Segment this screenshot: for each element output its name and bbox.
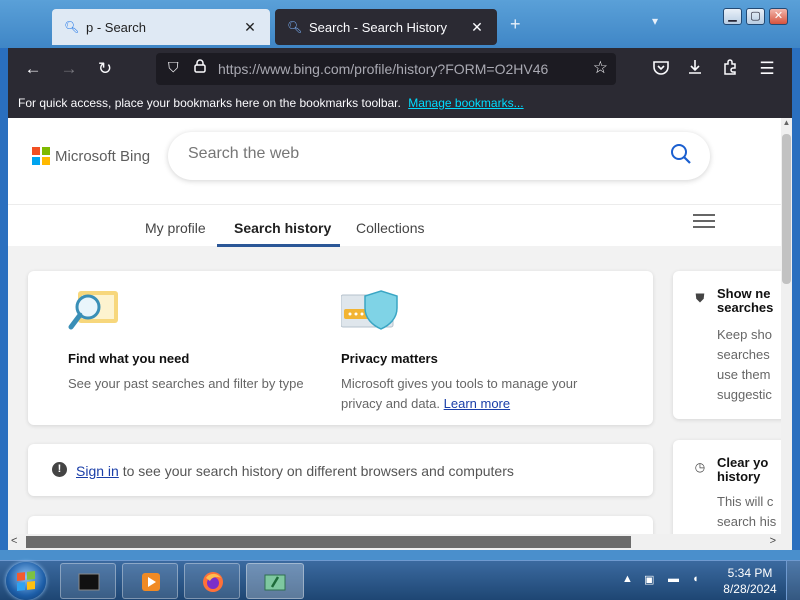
microsoft-logo-icon bbox=[32, 147, 50, 165]
window-border bbox=[0, 550, 800, 560]
feature-title: Privacy matters bbox=[341, 351, 438, 366]
start-button[interactable] bbox=[6, 562, 46, 600]
maximize-button[interactable]: ▢ bbox=[746, 8, 765, 25]
scrollbar-thumb[interactable] bbox=[26, 536, 631, 548]
search-box bbox=[168, 132, 710, 180]
scrollbar-thumb[interactable] bbox=[782, 134, 791, 284]
tracking-protection-icon[interactable]: ⛉ bbox=[168, 59, 179, 76]
taskbar: ▲ ▣ ▬ ◖ 5:34 PM 8/28/2024 bbox=[0, 560, 800, 600]
magnifier-illustration-icon bbox=[68, 287, 338, 335]
extensions-icon[interactable] bbox=[719, 58, 741, 80]
feature-title: Find what you need bbox=[68, 351, 190, 366]
learn-more-link[interactable]: Learn more bbox=[444, 396, 510, 411]
page-viewport: Microsoft Bing My profile Search history… bbox=[8, 118, 792, 534]
taskbar-app-media-player[interactable] bbox=[122, 563, 178, 599]
history-card bbox=[28, 516, 653, 534]
bookmark-star-icon[interactable]: ☆ bbox=[593, 58, 608, 78]
feature-find: Find what you need See your past searche… bbox=[68, 287, 338, 394]
lock-icon[interactable] bbox=[194, 59, 206, 76]
windows-logo-icon bbox=[17, 571, 35, 591]
tab-search-history[interactable]: Search history bbox=[234, 220, 331, 236]
new-tab-icon[interactable]: + bbox=[510, 14, 521, 35]
feature-text: See your past searches and filter by typ… bbox=[68, 376, 304, 391]
bing-header: Microsoft Bing bbox=[8, 118, 781, 204]
reload-button[interactable]: ↻ bbox=[94, 58, 116, 80]
close-tab-icon[interactable]: ✕ bbox=[469, 19, 485, 36]
search-input[interactable] bbox=[188, 145, 648, 163]
system-tray: ▲ ▣ ▬ ◖ bbox=[618, 561, 720, 600]
privacy-shield-illustration-icon bbox=[340, 287, 611, 335]
taskbar-app-firefox[interactable] bbox=[184, 563, 240, 599]
active-tab-indicator bbox=[217, 244, 340, 247]
scroll-left-arrow-icon[interactable]: < bbox=[11, 535, 17, 547]
close-window-button[interactable]: ✕ bbox=[769, 8, 788, 25]
network-icon[interactable]: ▣ bbox=[644, 573, 654, 586]
minimize-button[interactable]: ▁ bbox=[723, 8, 742, 25]
media-player-icon bbox=[142, 573, 160, 591]
show-desktop-button[interactable] bbox=[786, 561, 800, 600]
profile-tabs: My profile Search history Collections bbox=[8, 204, 781, 247]
browser-tab[interactable]: 🔍︎ p - Search ✕ bbox=[52, 9, 270, 45]
tab-collections[interactable]: Collections bbox=[356, 220, 424, 236]
volume-icon[interactable]: ◖ bbox=[692, 573, 699, 585]
horizontal-scrollbar[interactable]: < > bbox=[8, 534, 781, 550]
back-button[interactable]: ← bbox=[22, 58, 44, 80]
scroll-right-arrow-icon[interactable]: > bbox=[770, 535, 776, 547]
clock-date: 8/28/2024 bbox=[723, 582, 777, 596]
vertical-scrollbar[interactable]: ▲ bbox=[781, 118, 792, 534]
browser-tab-active[interactable]: 🔍︎ Search - Search History ✕ bbox=[275, 9, 497, 45]
search-icon: 🔍︎ bbox=[287, 20, 303, 34]
downloads-icon[interactable] bbox=[684, 58, 706, 80]
shield-icon: ⛊ bbox=[695, 291, 705, 305]
microsoft-bing-logo[interactable]: Microsoft Bing bbox=[32, 147, 150, 165]
navigation-toolbar: ← → ↻ ⛉ https://www.bing.com/profile/his… bbox=[8, 48, 792, 90]
signin-message: Sign in to see your search history on di… bbox=[76, 463, 514, 479]
show-hidden-icons-icon[interactable]: ▲ bbox=[622, 573, 633, 585]
close-tab-icon[interactable]: ✕ bbox=[242, 19, 258, 36]
search-icon: 🔍︎ bbox=[64, 20, 80, 34]
tab-my-profile[interactable]: My profile bbox=[145, 220, 206, 236]
clock-time: 5:34 PM bbox=[727, 566, 773, 580]
tab-strip: 🔍︎ p - Search ✕ 🔍︎ Search - Search Histo… bbox=[0, 0, 800, 48]
app-menu-icon[interactable]: ☰ bbox=[756, 58, 778, 80]
signin-card: ! Sign in to see your search history on … bbox=[28, 444, 653, 496]
terminal-icon bbox=[78, 573, 100, 591]
system-clock[interactable]: 5:34 PM 8/28/2024 bbox=[718, 565, 782, 597]
scroll-up-arrow-icon[interactable]: ▲ bbox=[781, 118, 792, 132]
tab-title: p - Search bbox=[86, 19, 146, 35]
search-icon[interactable] bbox=[670, 143, 692, 165]
sign-in-link[interactable]: Sign in bbox=[76, 463, 119, 479]
show-searches-card: ⛊ Show ne searches Keep sho searches use… bbox=[673, 271, 792, 419]
manage-bookmarks-link[interactable]: Manage bookmarks... bbox=[408, 96, 523, 110]
list-all-tabs-icon[interactable]: ▾ bbox=[652, 14, 658, 28]
info-icon: ! bbox=[52, 462, 67, 477]
scrollbar-corner bbox=[781, 534, 792, 550]
url-text[interactable]: https://www.bing.com/profile/history?FOR… bbox=[218, 61, 548, 77]
tab-title: Search - Search History bbox=[309, 19, 447, 35]
address-bar[interactable]: ⛉ https://www.bing.com/profile/history?F… bbox=[156, 53, 616, 85]
feature-privacy: Privacy matters Microsoft gives you tool… bbox=[340, 287, 611, 414]
bookmarks-toolbar: For quick access, place your bookmarks h… bbox=[8, 90, 792, 118]
window-app-icon bbox=[264, 574, 286, 591]
forward-button[interactable]: → bbox=[58, 58, 80, 80]
brand-name: Microsoft Bing bbox=[55, 147, 151, 165]
history-icon: ◷ bbox=[694, 460, 706, 474]
hamburger-menu-icon[interactable] bbox=[693, 214, 715, 230]
feature-text: Microsoft gives you tools to manage your… bbox=[341, 376, 578, 411]
taskbar-app-explorer[interactable] bbox=[246, 563, 304, 599]
bookmarks-hint: For quick access, place your bookmarks h… bbox=[18, 96, 401, 110]
pocket-icon[interactable] bbox=[650, 58, 672, 80]
display-icon[interactable]: ▬ bbox=[668, 573, 679, 585]
firefox-icon bbox=[203, 572, 223, 592]
taskbar-app-terminal[interactable] bbox=[60, 563, 116, 599]
clear-history-card: ◷ Clear yo history This will c search hi… bbox=[673, 440, 792, 534]
features-card: Find what you need See your past searche… bbox=[28, 271, 653, 425]
